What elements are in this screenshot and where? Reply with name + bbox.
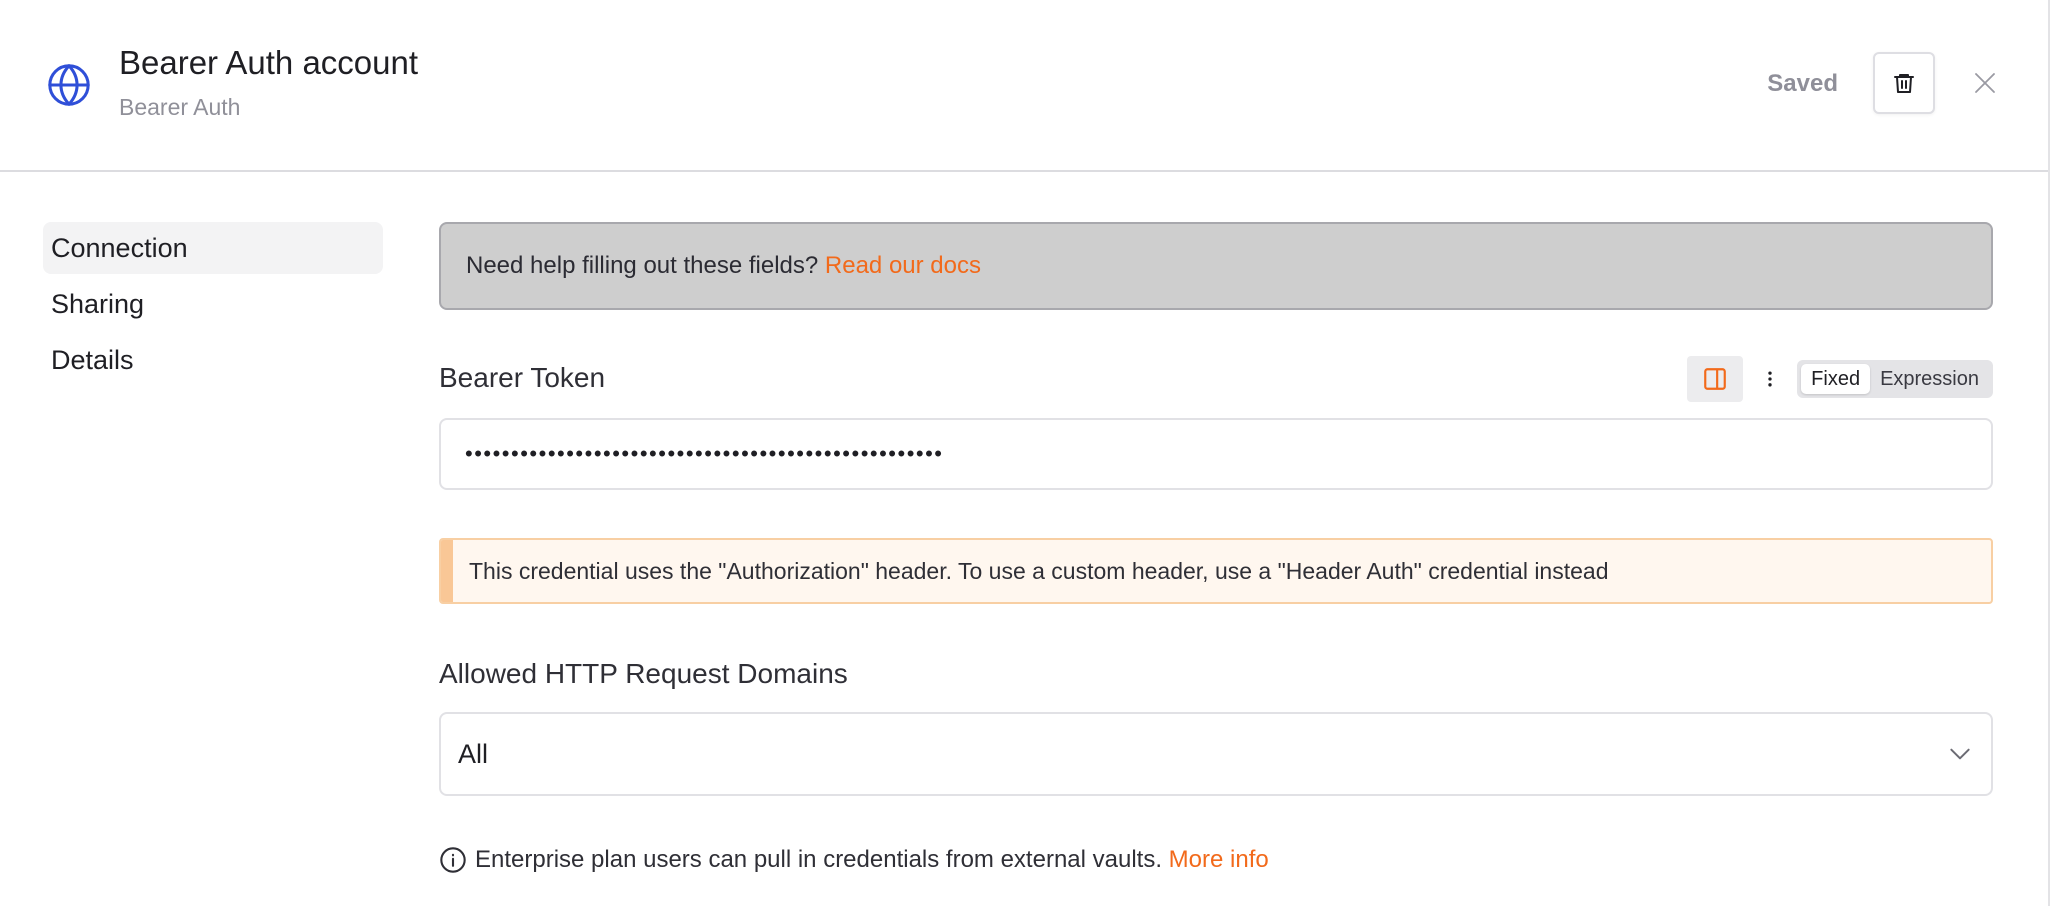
enterprise-note: Enterprise plan users can pull in creden… <box>439 844 1269 876</box>
info-icon <box>439 846 467 874</box>
allowed-domains-select[interactable]: All <box>439 712 1993 796</box>
more-info-link[interactable]: More info <box>1169 846 1269 874</box>
credential-type-label: Bearer Auth <box>119 94 241 120</box>
allowed-domains-label: Allowed HTTP Request Domains <box>439 658 848 689</box>
delete-button[interactable] <box>1873 52 1935 114</box>
close-icon <box>1975 73 1995 93</box>
allowed-domains-value: All <box>458 738 489 769</box>
sidebar-item-sharing[interactable]: Sharing <box>43 278 383 330</box>
chevron-down-icon <box>1950 748 1970 760</box>
value-mode-switch: Fixed Expression <box>1797 360 1993 398</box>
help-banner-text: Need help filling out these fields? <box>466 252 819 279</box>
sidebar: Connection Sharing Details <box>43 222 383 390</box>
bearer-token-toolbar: Fixed Expression <box>1687 356 1993 402</box>
sidebar-item-details[interactable]: Details <box>43 334 383 386</box>
globe-icon <box>48 64 90 106</box>
authorization-header-notice: This credential uses the "Authorization"… <box>439 538 1993 604</box>
side-panel-icon <box>1704 368 1726 390</box>
read-docs-link[interactable]: Read our docs <box>825 252 981 279</box>
trash-icon <box>1894 74 1914 93</box>
notice-text: This credential uses the "Authorization"… <box>469 557 1609 584</box>
mode-fixed-option[interactable]: Fixed <box>1801 364 1871 394</box>
more-vertical-icon <box>1768 371 1772 387</box>
close-button[interactable] <box>1968 66 2002 100</box>
enterprise-note-text: Enterprise plan users can pull in creden… <box>475 846 1162 873</box>
notice-accent-bar <box>441 540 453 602</box>
modal-header: Bearer Auth account Bearer Auth Saved <box>0 0 2048 172</box>
page-title[interactable]: Bearer Auth account <box>119 44 418 82</box>
saved-status: Saved <box>1767 70 1838 97</box>
help-banner: Need help filling out these fields? Read… <box>439 222 1993 310</box>
credential-modal: Bearer Auth account Bearer Auth Saved Co… <box>0 0 2050 906</box>
more-options-button[interactable] <box>1743 356 1797 402</box>
bearer-token-input[interactable]: ••••••••••••••••••••••••••••••••••••••••… <box>439 418 1993 490</box>
panel-toggle-button[interactable] <box>1687 356 1744 402</box>
mode-expression-option[interactable]: Expression <box>1870 364 1989 394</box>
sidebar-item-connection[interactable]: Connection <box>43 222 383 274</box>
bearer-token-label: Bearer Token <box>439 362 606 393</box>
